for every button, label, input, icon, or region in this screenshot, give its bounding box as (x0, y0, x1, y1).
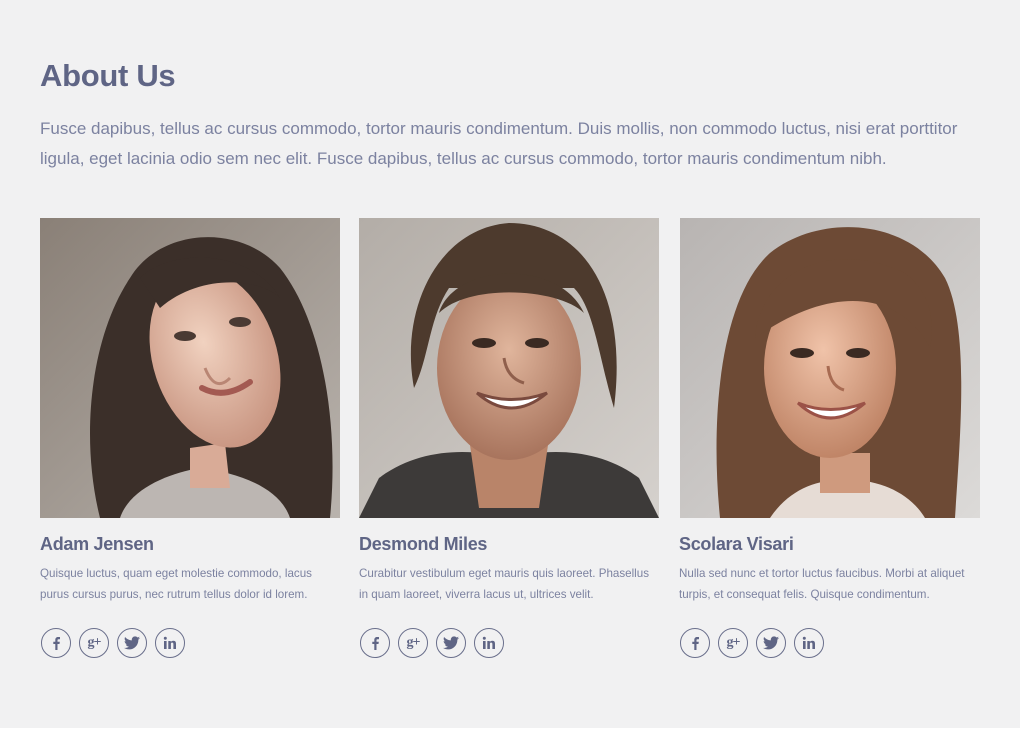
twitter-icon[interactable] (756, 628, 786, 658)
team-member-name: Scolara Visari (679, 534, 794, 554)
google-plus-icon[interactable]: g+ (398, 628, 428, 658)
twitter-icon[interactable] (436, 628, 466, 658)
google-plus-icon[interactable]: g+ (718, 628, 748, 658)
facebook-icon[interactable] (680, 628, 710, 658)
linkedin-icon[interactable] (155, 628, 185, 658)
team-member-photo (359, 218, 659, 518)
social-links: g+ (41, 628, 185, 658)
social-links: g+ (680, 628, 824, 658)
social-links: g+ (360, 628, 504, 658)
team-member-photo (40, 218, 340, 518)
intro-paragraph: Fusce dapibus, tellus ac cursus commodo,… (40, 119, 958, 168)
twitter-icon[interactable] (117, 628, 147, 658)
team-member-card: Adam Jensen Quisque luctus, quam eget mo… (40, 218, 342, 658)
linkedin-icon[interactable] (794, 628, 824, 658)
team-member-name: Adam Jensen (40, 534, 154, 554)
team-grid: Adam Jensen Quisque luctus, quam eget mo… (0, 218, 1020, 678)
team-member-card: Scolara Visari Nulla sed nunc et tortor … (679, 218, 981, 658)
team-member-bio: Curabitur vestibulum eget mauris quis la… (359, 567, 649, 601)
facebook-icon[interactable] (41, 628, 71, 658)
team-member-bio: Nulla sed nunc et tortor luctus faucibus… (679, 567, 965, 601)
team-member-card: Desmond Miles Curabitur vestibulum eget … (359, 218, 661, 658)
team-member-photo (680, 218, 980, 518)
facebook-icon[interactable] (360, 628, 390, 658)
google-plus-icon[interactable]: g+ (79, 628, 109, 658)
page-title: About Us (40, 58, 176, 93)
about-section: About Us Fusce dapibus, tellus ac cursus… (0, 0, 1020, 728)
team-member-name: Desmond Miles (359, 534, 488, 554)
linkedin-icon[interactable] (474, 628, 504, 658)
team-member-bio: Quisque luctus, quam eget molestie commo… (40, 567, 312, 601)
